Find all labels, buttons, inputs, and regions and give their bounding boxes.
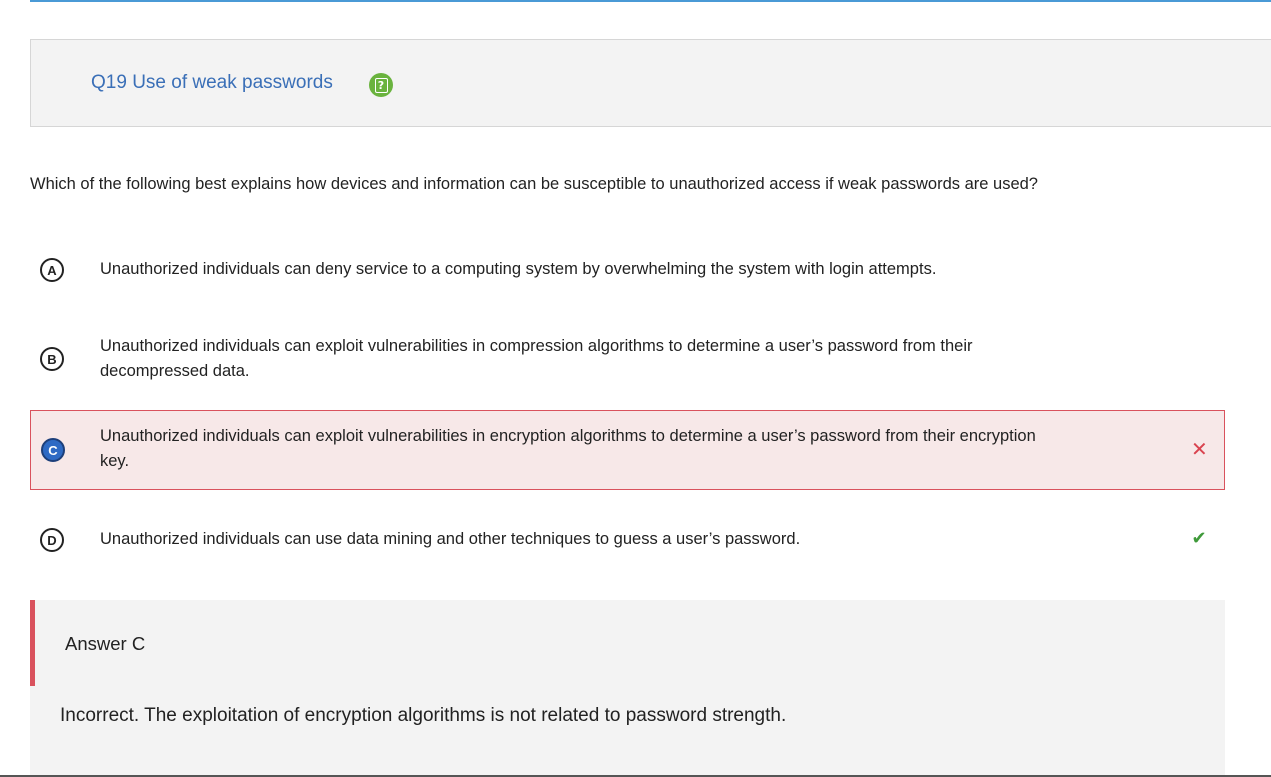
question-clipboard-icon[interactable]: ? (369, 73, 393, 97)
choice-text-a: Unauthorized individuals can deny servic… (100, 260, 937, 278)
question-header: Q19 Use of weak passwords ? (30, 39, 1271, 127)
choice-letter-c: C (41, 438, 65, 462)
choice-letter-b: B (40, 347, 64, 371)
choice-text-d: Unauthorized individuals can use data mi… (100, 530, 801, 548)
choice-text-b: Unauthorized individuals can exploit vul… (100, 337, 973, 380)
question-title: Q19 Use of weak passwords (91, 72, 333, 93)
choice-b[interactable]: B Unauthorized individuals can exploit v… (30, 334, 1225, 386)
answer-status-bar (30, 600, 35, 686)
choice-letter-a: A (40, 258, 64, 282)
answer-heading: Answer C (65, 633, 146, 654)
choice-letter-d: D (40, 528, 64, 552)
question-page: Q19 Use of weak passwords ? Which of the… (0, 0, 1271, 777)
choice-text-c: Unauthorized individuals can exploit vul… (100, 427, 1036, 470)
answer-panel: Answer C Incorrect. The exploitation of … (30, 600, 1225, 777)
choice-c[interactable]: C Unauthorized individuals can exploit v… (30, 410, 1225, 490)
question-prompt: Which of the following best explains how… (30, 175, 1038, 193)
top-divider (30, 0, 1271, 2)
answer-explanation: Incorrect. The exploitation of encryptio… (60, 705, 787, 726)
choice-d[interactable]: D Unauthorized individuals can use data … (30, 525, 1225, 555)
incorrect-x-icon: ✕ (1191, 437, 1208, 461)
choice-a[interactable]: A Unauthorized individuals can deny serv… (30, 255, 1225, 285)
correct-check-icon: ✔ (1191, 528, 1207, 549)
